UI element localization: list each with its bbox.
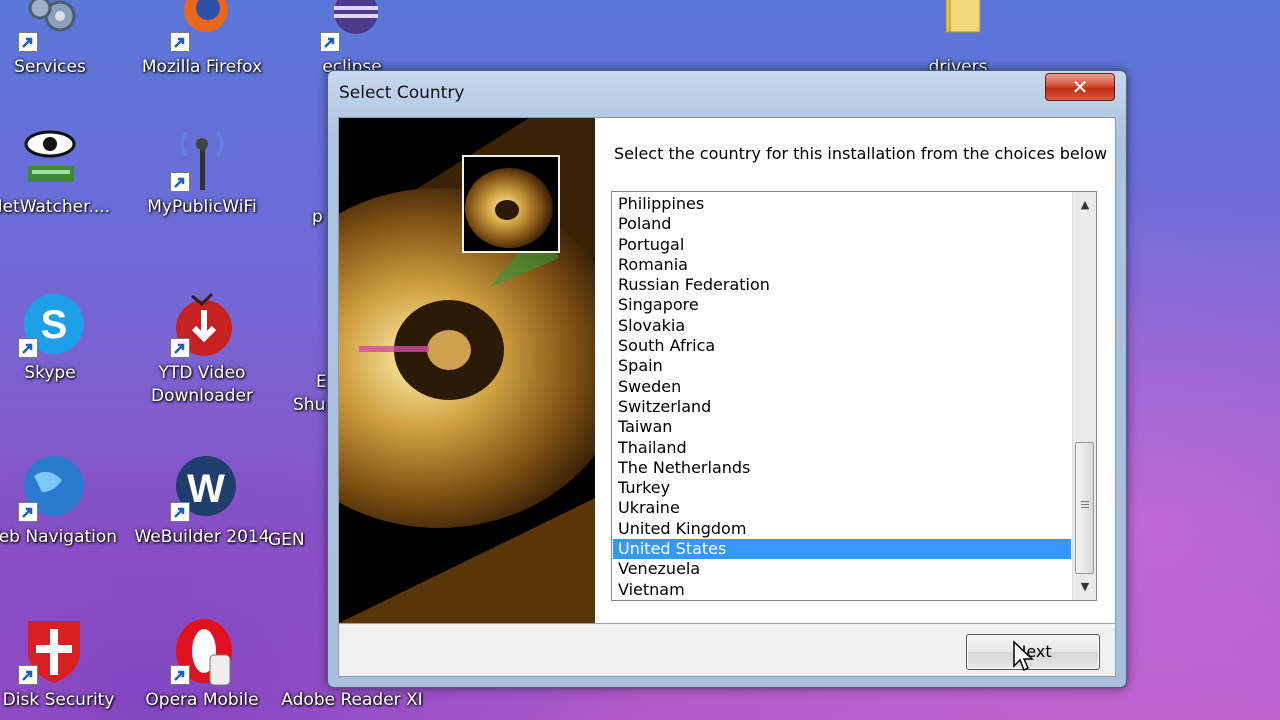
country-option[interactable]: Spain <box>613 356 1071 376</box>
country-option[interactable]: Poland <box>613 214 1071 234</box>
desktop-icon-firefox[interactable]: Mozilla Firefox <box>127 0 277 79</box>
country-option[interactable]: Switzerland <box>613 397 1071 417</box>
country-option[interactable]: Portugal <box>613 235 1071 255</box>
shortcut-arrow-icon <box>18 502 38 522</box>
wifi-antenna-icon <box>166 122 238 194</box>
select-country-dialog: Select Country ✕ Select the country for … <box>327 70 1127 688</box>
desktop-icon-ytd[interactable]: YTD Video Downloader <box>127 288 277 408</box>
desktop-icon-gen[interactable]: GEN <box>268 452 328 552</box>
desktop-icon-label: YTD Video Downloader <box>151 363 253 406</box>
shortcut-arrow-icon <box>18 32 38 52</box>
country-listbox[interactable]: Philippines Poland Portugal Romania Russian … <box>611 191 1097 601</box>
globe-icon <box>14 452 86 524</box>
shortcut-arrow-icon <box>320 32 340 52</box>
desktop-icon-services[interactable]: Services <box>0 0 125 79</box>
shortcut-arrow-icon <box>170 338 190 358</box>
desktop-icon-mypublicwifi[interactable]: MyPublicWiFi <box>127 122 277 219</box>
shortcut-arrow-icon <box>18 665 38 685</box>
desktop-icon-partial-e[interactable]: E Shu <box>290 288 330 417</box>
country-option[interactable]: Vietnam <box>613 580 1071 600</box>
content-panel: Select the country for this installation… <box>595 118 1115 623</box>
shortcut-arrow-icon <box>170 32 190 52</box>
firefox-icon <box>166 0 238 54</box>
shortcut-arrow-icon <box>18 338 38 358</box>
skype-icon: S <box>14 288 86 360</box>
dialog-title: Select Country <box>339 83 465 103</box>
desktop-icon-label: Skype <box>24 363 76 383</box>
shortcut-arrow-icon <box>170 665 190 685</box>
desktop-icon-netwatcher[interactable]: NetWatcher.... <box>0 122 125 219</box>
desktop-icon-label-line2: Shu <box>293 395 326 415</box>
scroll-down-arrow-icon[interactable]: ▼ <box>1073 576 1096 598</box>
desktop-icon-label: Mozilla Firefox <box>141 57 263 77</box>
listbox-scrollbar[interactable]: ▲ ▼ <box>1072 192 1096 600</box>
svg-text:S: S <box>41 303 68 347</box>
desktop-icon-eclipse[interactable]: eclipse <box>277 0 427 79</box>
dialog-client-area: Select the country for this installation… <box>338 117 1116 677</box>
instruction-text: Select the country for this installation… <box>614 144 1108 163</box>
country-option[interactable]: Thailand <box>613 438 1071 458</box>
download-tv-icon <box>166 288 238 360</box>
shortcut-arrow-icon <box>170 502 190 522</box>
mouse-cursor-icon <box>1013 640 1034 672</box>
desktop-icon-label: Opera Mobile <box>145 690 259 710</box>
desktop-icon-label: E Shu <box>290 371 330 417</box>
country-option[interactable]: United States <box>613 539 1071 560</box>
folder-icon <box>922 0 994 54</box>
country-option[interactable]: Singapore <box>613 295 1071 315</box>
gears-icon <box>14 0 86 54</box>
webuilder-icon: W <box>166 452 238 524</box>
country-option[interactable]: Taiwan <box>613 417 1071 437</box>
desktop-icon-label: WeBuilder 2014 <box>134 527 270 547</box>
scrollbar-grip-icon <box>1081 501 1089 510</box>
shortcut-arrow-icon <box>170 172 190 192</box>
desktop-icon-drivers[interactable]: drivers <box>883 0 1033 79</box>
shield-icon <box>14 615 86 687</box>
eye-monitor-icon <box>14 122 86 194</box>
desktop-icon-label: MyPublicWiFi <box>147 197 257 217</box>
country-option[interactable]: The Netherlands <box>613 458 1071 478</box>
country-option[interactable]: Romania <box>613 255 1071 275</box>
cd-banner-image <box>339 118 595 623</box>
desktop-icon-label: B Disk Security <box>0 690 115 710</box>
desktop-icon-label: Adobe Reader XI <box>281 690 423 710</box>
country-option[interactable]: Philippines <box>613 194 1071 214</box>
desktop-icon-web-navigation[interactable]: Web Navigation <box>0 452 125 549</box>
country-option[interactable]: Venezuela <box>613 559 1071 579</box>
country-option[interactable]: Ukraine <box>613 498 1071 518</box>
desktop-icon-label: GEN <box>268 530 305 550</box>
footer-separator <box>339 623 1115 627</box>
country-option[interactable]: United Kingdom <box>613 519 1071 539</box>
desktop-icon-disk-security[interactable]: B Disk Security <box>0 615 125 712</box>
close-button[interactable]: ✕ <box>1045 73 1115 101</box>
desktop-icon-label-line1: E <box>316 372 327 392</box>
desktop-icon-label: Services <box>14 57 86 77</box>
country-option[interactable]: Russian Federation <box>613 275 1071 295</box>
desktop-icon-skype[interactable]: S Skype <box>0 288 125 385</box>
desktop-icon-opera-mobile[interactable]: Opera Mobile <box>127 615 277 712</box>
country-option[interactable]: Sweden <box>613 377 1071 397</box>
scrollbar-thumb[interactable] <box>1075 442 1094 574</box>
country-option[interactable]: Turkey <box>613 478 1071 498</box>
eclipse-icon <box>316 0 388 54</box>
svg-text:W: W <box>187 467 225 511</box>
scroll-up-arrow-icon[interactable]: ▲ <box>1073 194 1096 216</box>
desktop-icon-webuilder[interactable]: W WeBuilder 2014 <box>127 452 277 549</box>
country-option[interactable]: South Africa <box>613 336 1071 356</box>
country-option[interactable]: Slovakia <box>613 316 1071 336</box>
desktop-icon-label: Web Navigation <box>0 527 118 547</box>
opera-icon <box>166 615 238 687</box>
country-list: Philippines Poland Portugal Romania Russian … <box>613 194 1071 600</box>
desktop-icon-label: NetWatcher.... <box>0 197 111 217</box>
